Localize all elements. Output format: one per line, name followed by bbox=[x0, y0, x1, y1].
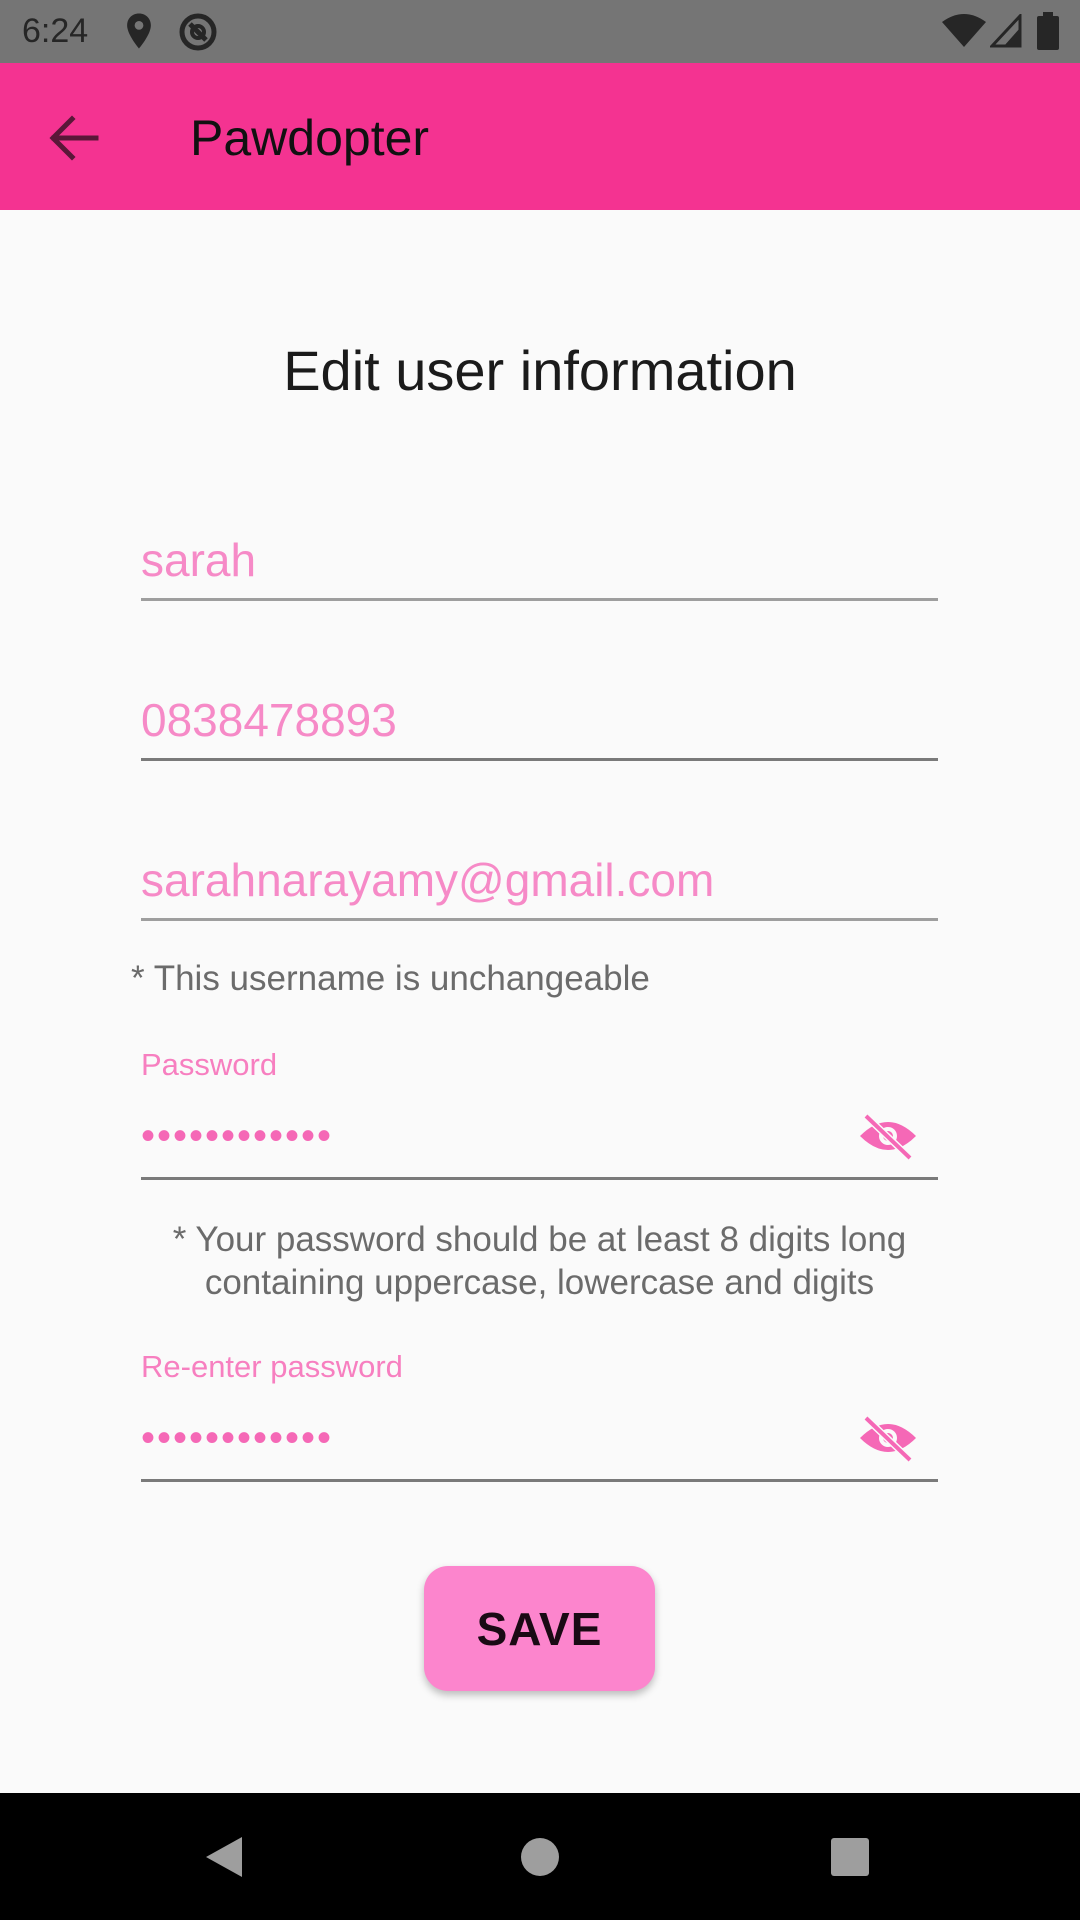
navigation-bar bbox=[0, 1793, 1080, 1920]
username-hint: * This username is unchangeable bbox=[131, 959, 650, 998]
email-value: sarahnarayamy@gmail.com bbox=[141, 854, 715, 906]
reenter-password-field[interactable]: •••••••••••• bbox=[141, 1402, 938, 1482]
nav-recents-icon[interactable] bbox=[830, 1837, 870, 1877]
status-time: 6:24 bbox=[22, 12, 89, 50]
email-field[interactable]: sarahnarayamy@gmail.com bbox=[141, 853, 938, 921]
at-sign-icon bbox=[179, 13, 217, 51]
password-field[interactable]: •••••••••••• bbox=[141, 1100, 938, 1180]
name-field[interactable]: sarah bbox=[141, 533, 938, 601]
nav-home-icon[interactable] bbox=[520, 1837, 560, 1877]
visibility-off-icon[interactable] bbox=[858, 1112, 918, 1160]
page-title: Edit user information bbox=[283, 339, 797, 402]
save-button[interactable]: SAVE bbox=[424, 1566, 655, 1691]
password-value: •••••••••••• bbox=[141, 1114, 334, 1158]
phone-field[interactable]: 0838478893 bbox=[141, 693, 938, 761]
reenter-password-label: Re-enter password bbox=[141, 1349, 403, 1384]
visibility-off-icon[interactable] bbox=[858, 1414, 918, 1462]
app-title: Pawdopter bbox=[190, 110, 430, 166]
wifi-icon bbox=[942, 14, 986, 47]
app-bar: Pawdopter bbox=[0, 63, 1080, 210]
battery-icon bbox=[1037, 12, 1059, 50]
password-hint: * Your password should be at least 8 dig… bbox=[172, 1220, 907, 1302]
phone-value: 0838478893 bbox=[141, 694, 397, 746]
arrow-back-icon[interactable] bbox=[38, 103, 108, 173]
name-value: sarah bbox=[141, 534, 257, 586]
location-icon bbox=[127, 13, 151, 49]
signal-icon bbox=[990, 14, 1022, 48]
status-bar: 6:24 bbox=[0, 0, 1080, 63]
reenter-password-value: •••••••••••• bbox=[141, 1416, 334, 1460]
password-label: Password bbox=[141, 1047, 278, 1082]
nav-back-icon[interactable] bbox=[204, 1835, 244, 1879]
